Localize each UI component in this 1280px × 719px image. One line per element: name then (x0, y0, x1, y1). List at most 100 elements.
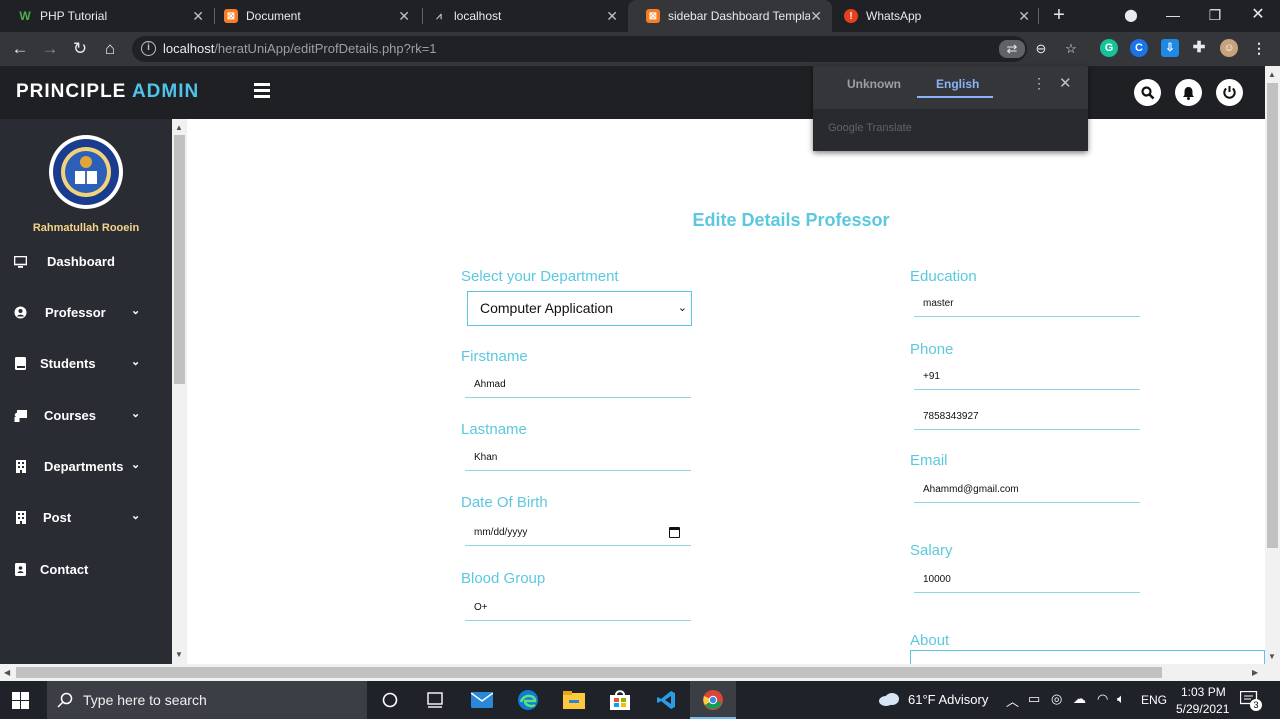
onedrive-icon[interactable]: ☁ (1073, 691, 1086, 707)
close-icon[interactable]: ✕ (606, 8, 618, 24)
cortana-icon[interactable] (378, 689, 402, 711)
zoom-icon[interactable]: ⊖ (1031, 40, 1051, 58)
sidebar-item-label: Courses (44, 408, 97, 423)
close-icon[interactable]: ✕ (1059, 74, 1072, 92)
user-circle-icon (14, 306, 27, 319)
translate-target-tab[interactable]: English (936, 77, 979, 91)
sidebar-item-students[interactable]: Students ⌄ (0, 347, 172, 381)
browser-menu-icon[interactable]: ⋮ (1250, 39, 1268, 57)
blood-group-field[interactable] (465, 595, 691, 621)
header-search-button[interactable] (1134, 79, 1161, 106)
forward-button[interactable]: → (39, 38, 61, 60)
firstname-field[interactable] (465, 372, 691, 398)
home-button[interactable]: ⌂ (99, 38, 121, 60)
file-explorer-icon[interactable] (562, 689, 586, 711)
weather-text[interactable]: 61°F Advisory (908, 692, 988, 707)
show-hidden-icons-chevron-up-icon[interactable]: ︿ (1006, 691, 1019, 710)
info-icon[interactable]: i (141, 41, 156, 56)
brand-logo[interactable]: PRINCIPLE ADMIN (16, 81, 199, 103)
weather-cloud-icon[interactable] (878, 692, 900, 711)
more-options-icon[interactable]: ⋮ (1032, 75, 1046, 92)
scroll-up-arrow-icon[interactable]: ▲ (175, 123, 183, 132)
taskbar-search-placeholder: Type here to search (83, 692, 207, 708)
address-bar[interactable]: i localhost/heratUniApp/editProfDetails.… (132, 36, 1077, 62)
close-icon[interactable]: ✕ (192, 8, 204, 24)
browser-tab[interactable]: ! WhatsApp ✕ (826, 0, 1040, 32)
profile-avatar-icon[interactable]: ☺ (1220, 39, 1238, 57)
close-window-button[interactable]: ✕ (1243, 4, 1273, 26)
clock-date[interactable]: 5/29/2021 (1176, 702, 1229, 716)
restore-button[interactable]: ❐ (1200, 4, 1230, 26)
email-field[interactable] (914, 477, 1140, 503)
mail-icon[interactable] (470, 689, 494, 711)
translate-icon[interactable]: ⇄ (999, 40, 1025, 58)
sidebar-item-contact[interactable]: Contact (0, 553, 172, 587)
power-icon (1223, 86, 1236, 99)
task-view-icon[interactable] (423, 689, 447, 711)
lastname-field[interactable] (465, 445, 691, 471)
browser-tab[interactable]: W PHP Tutorial ✕ (0, 0, 214, 32)
about-textarea[interactable] (910, 650, 1265, 664)
clock-time[interactable]: 1:03 PM (1181, 685, 1226, 699)
edge-browser-icon[interactable] (516, 689, 540, 711)
sidebar-item-dashboard[interactable]: Dashboard (0, 245, 172, 279)
scroll-down-arrow-icon[interactable]: ▼ (175, 650, 183, 659)
scrollbar-thumb[interactable] (16, 667, 1162, 678)
education-field[interactable] (914, 291, 1140, 317)
close-icon[interactable]: ✕ (1018, 8, 1030, 24)
scrollbar-thumb[interactable] (174, 135, 185, 384)
action-center-icon[interactable]: 3 (1239, 690, 1262, 712)
calendar-icon[interactable] (669, 527, 680, 538)
phone-number-field[interactable] (914, 404, 1140, 430)
browser-toolbar: ← → ↻ ⌂ i localhost/heratUniApp/editProf… (0, 32, 1280, 66)
back-button[interactable]: ← (9, 38, 31, 60)
windows-start-icon[interactable] (12, 692, 29, 714)
input-language-indicator[interactable]: ENG (1141, 693, 1167, 707)
extension-save-icon[interactable]: ⇩ (1161, 39, 1179, 57)
grammarly-icon[interactable]: G (1100, 39, 1118, 57)
tab-search-icon[interactable]: ⬤ (1116, 4, 1146, 26)
battery-icon[interactable]: ▭ (1028, 691, 1040, 707)
extensions-puzzle-icon[interactable]: ✚ (1190, 39, 1208, 57)
close-icon[interactable]: ✕ (398, 8, 410, 24)
sidebar-item-label: Departments (44, 459, 124, 474)
salary-field[interactable] (914, 567, 1140, 593)
browser-tab[interactable]: ⊠ Document ✕ (206, 0, 420, 32)
scroll-right-arrow-icon[interactable]: ▶ (1252, 668, 1258, 677)
minimize-button[interactable]: — (1158, 4, 1188, 26)
translate-source-tab[interactable]: Unknown (847, 77, 901, 91)
department-select[interactable]: Computer Application ⌄ (467, 291, 692, 326)
scroll-down-arrow-icon[interactable]: ▼ (1268, 652, 1276, 661)
close-icon[interactable]: ✕ (810, 8, 822, 24)
sidebar-scrollbar[interactable]: ▲ ▼ (172, 119, 187, 664)
scrollbar-thumb[interactable] (1267, 83, 1278, 548)
dob-field[interactable]: mm/dd/yyyy (465, 520, 691, 546)
header-notifications-button[interactable] (1175, 79, 1202, 106)
phone-code-field[interactable] (914, 364, 1140, 390)
store-icon[interactable] (608, 689, 632, 711)
sidebar-item-post[interactable]: Post ⌄ (0, 501, 172, 535)
page-horizontal-scrollbar[interactable]: ◀ ▶ (0, 664, 1280, 681)
wifi-icon[interactable]: ◠ (1097, 691, 1108, 707)
header-logout-button[interactable] (1216, 79, 1243, 106)
bookmark-star-icon[interactable]: ☆ (1061, 40, 1081, 58)
vscode-icon[interactable] (654, 689, 678, 711)
sidebar-item-courses[interactable]: Courses ⌄ (0, 399, 172, 433)
sidebar-item-departments[interactable]: Departments ⌄ (0, 450, 172, 484)
taskbar-search-box[interactable]: Type here to search (47, 681, 367, 719)
dob-field-value: mm/dd/yyyy (474, 527, 528, 538)
extension-c-icon[interactable]: C (1130, 39, 1148, 57)
chrome-taskbar-button[interactable] (690, 681, 736, 719)
page-vertical-scrollbar[interactable]: ▲ ▼ (1265, 66, 1280, 664)
scroll-up-arrow-icon[interactable]: ▲ (1268, 70, 1276, 79)
scroll-left-arrow-icon[interactable]: ◀ (4, 668, 10, 677)
reload-button[interactable]: ↻ (69, 38, 91, 60)
browser-tab[interactable]: ⩘ localhost ✕ (414, 0, 628, 32)
new-tab-button[interactable]: + (1048, 4, 1070, 26)
browser-tab-active[interactable]: ⊠ sidebar Dashboard Template ✕ (628, 0, 832, 32)
chevron-down-icon: ⌄ (131, 459, 141, 471)
menu-toggle-icon[interactable] (254, 83, 270, 98)
sidebar-item-professor[interactable]: Professor ⌄ (0, 296, 172, 330)
volume-icon[interactable]: 🔈︎ (1117, 691, 1125, 707)
meet-now-icon[interactable]: ◎ (1051, 691, 1062, 707)
